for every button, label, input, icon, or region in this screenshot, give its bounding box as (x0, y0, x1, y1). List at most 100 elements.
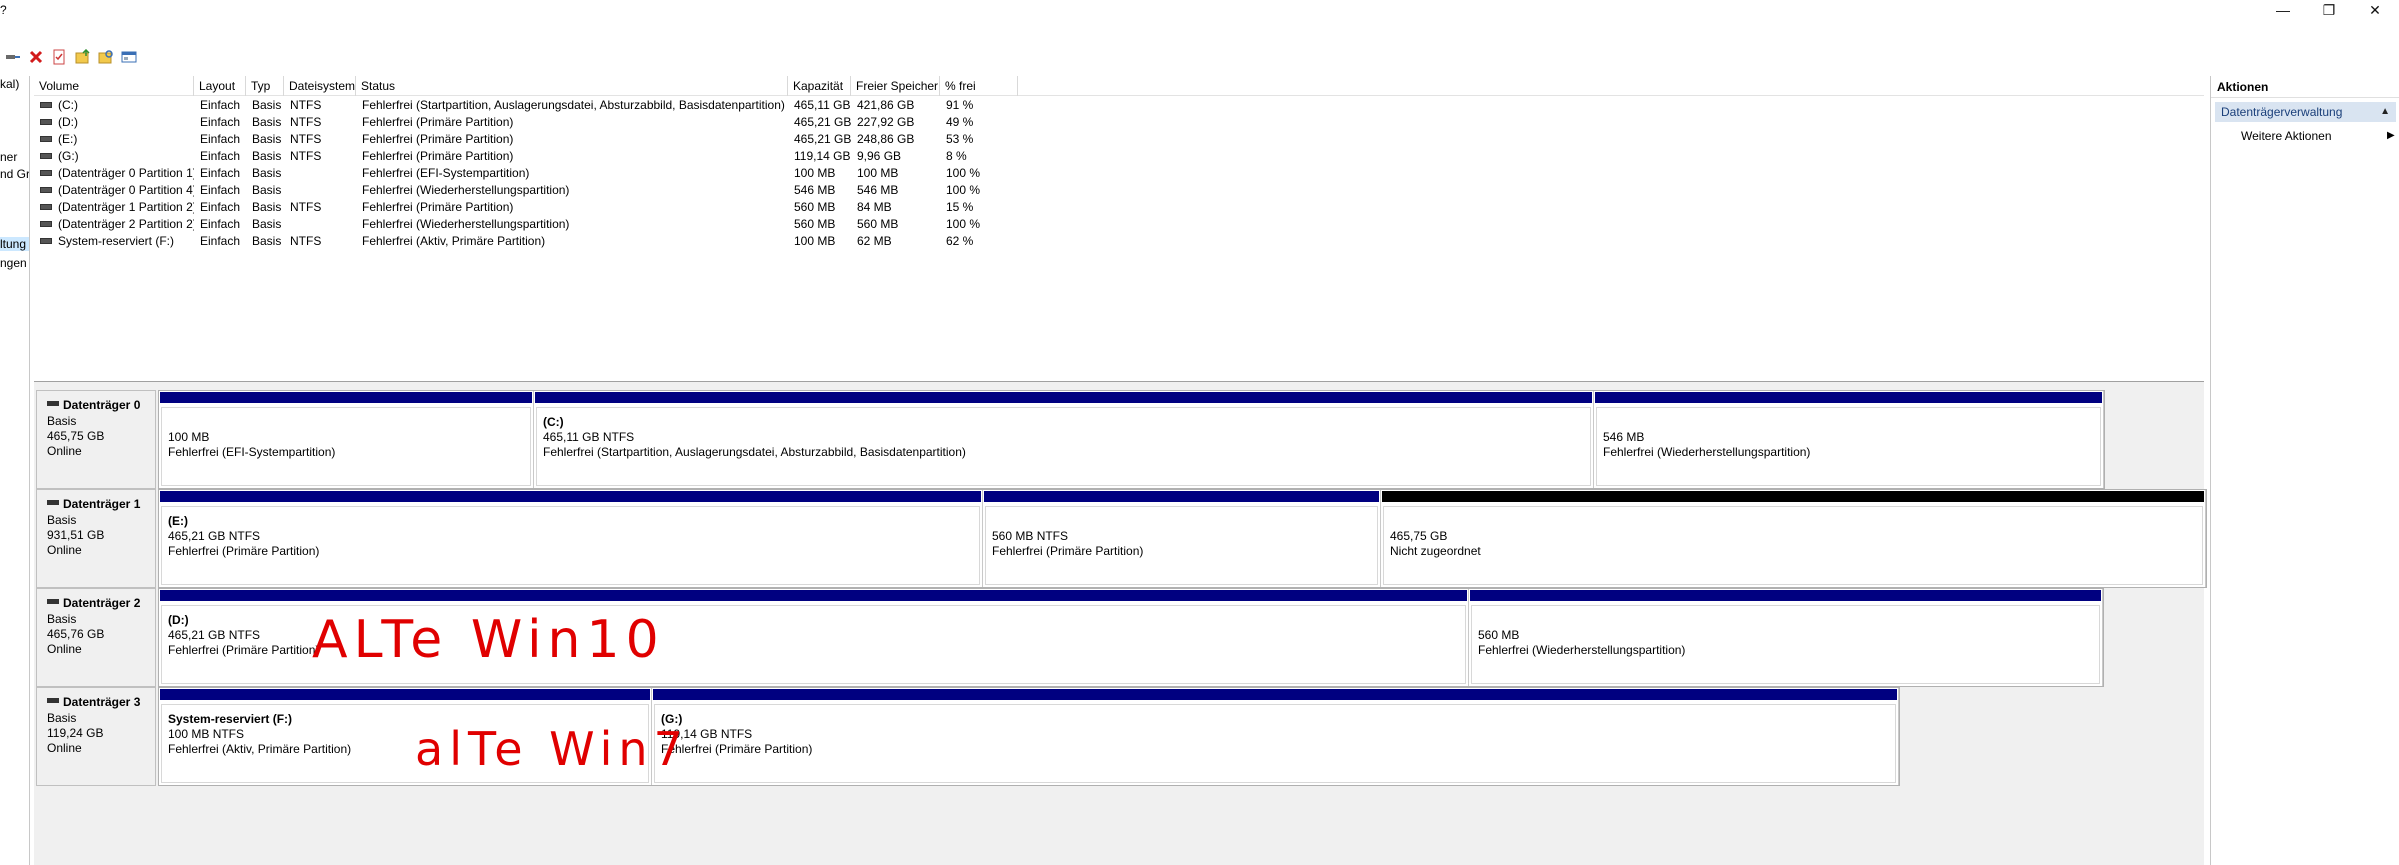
delete-icon[interactable] (27, 48, 45, 66)
cell-capacity: 119,14 GB (794, 149, 851, 163)
table-row[interactable]: System-reserviert (F:) Einfach Basis NTFS Fe… (34, 233, 2204, 250)
partition-status: Fehlerfrei (Primäre Partition) (992, 544, 1144, 558)
nav-item-selected[interactable]: ltung (0, 237, 29, 251)
cell-percent-free: 49 % (946, 115, 974, 129)
partition-block[interactable]: 560 MB NTFS Fehlerfrei (Primäre Partition… (983, 490, 1381, 587)
column-header-layout[interactable]: Layout (194, 76, 246, 96)
partition-body: 100 MB Fehlerfrei (EFI-Systempartition) (161, 407, 531, 486)
cell-free-space: 546 MB (857, 183, 899, 197)
partition-block[interactable]: (C:) 465,11 GB NTFS Fehlerfrei (Startparti… (534, 391, 1594, 488)
volume-name: (Datenträger 0 Partition 1) (58, 166, 194, 180)
connect-icon[interactable] (4, 48, 22, 66)
more-actions-item[interactable]: Weitere Aktionen (2241, 126, 2332, 146)
close-button[interactable]: ✕ (2352, 0, 2398, 20)
folder-search-icon[interactable] (97, 48, 115, 66)
nav-fragment[interactable]: kal) (0, 77, 19, 91)
volume-icon (40, 118, 52, 125)
cell-volume: (D:) (34, 114, 194, 131)
column-header-status[interactable]: Status (356, 76, 788, 96)
disk-type: Basis (47, 612, 77, 626)
volume-icon (40, 135, 52, 142)
partition-status: Nicht zugeordnet (1390, 544, 1481, 558)
partition-block[interactable]: (E:) 465,21 GB NTFS Fehlerfrei (Primäre Pa… (159, 490, 983, 587)
restore-button[interactable]: ❐ (2306, 0, 2352, 20)
disk-name-text: Datenträger 2 (63, 596, 141, 610)
cell-percent-free: 8 % (946, 149, 967, 163)
partition-bar (1381, 490, 2205, 503)
cell-layout: Einfach (200, 149, 241, 163)
minimize-button[interactable]: — (2260, 0, 2306, 20)
partition-bar (1469, 589, 2102, 602)
volume-icon (40, 169, 52, 176)
checklist-icon[interactable] (50, 48, 68, 66)
folder-up-icon[interactable] (74, 48, 92, 66)
column-header-percent-free[interactable]: % frei (940, 76, 1018, 96)
window-icon[interactable] (120, 48, 138, 66)
cell-volume: (Datenträger 0 Partition 4) (34, 182, 194, 199)
unallocated-block[interactable]: 465,75 GB Nicht zugeordnet (1381, 490, 2206, 587)
disk-label[interactable]: Datenträger 0 Basis 465,75 GB Online (36, 390, 156, 489)
cell-status: Fehlerfrei (Wiederherstellungspartition) (362, 217, 570, 231)
cell-status: Fehlerfrei (Aktiv, Primäre Partition) (362, 234, 546, 248)
disk-type: Basis (47, 513, 77, 527)
partition-name: (C:) (543, 415, 564, 429)
volume-name: (G:) (58, 149, 79, 163)
table-row[interactable]: (Datenträger 1 Partition 2) Einfach Basis N… (34, 199, 2204, 216)
partition-bar (983, 490, 1380, 503)
partition-bar (159, 391, 533, 404)
table-row[interactable]: (G:) Einfach Basis NTFS Fehlerfrei (Primäre … (34, 148, 2204, 165)
disk-label[interactable]: Datenträger 1 Basis 931,51 GB Online (36, 489, 156, 588)
table-row[interactable]: (D:) Einfach Basis NTFS Fehlerfrei (Primäre … (34, 114, 2204, 131)
volume-name: (C:) (58, 98, 78, 112)
table-row[interactable]: (Datenträger 0 Partition 4) Einfach Basis F… (34, 182, 2204, 199)
submenu-arrow-icon[interactable]: ▶ (2387, 126, 2395, 146)
cell-layout: Einfach (200, 98, 241, 112)
partition-bar (159, 589, 1468, 602)
column-header-type[interactable]: Typ (246, 76, 284, 96)
nav-fragment[interactable]: ngen (0, 256, 27, 270)
column-header-capacity[interactable]: Kapazität (788, 76, 851, 96)
partition-block[interactable]: (G:) 119,14 GB NTFS Fehlerfrei (Primäre Pa… (652, 688, 1899, 785)
volume-name: (Datenträger 2 Partition 2) (58, 217, 194, 231)
cell-volume: (Datenträger 1 Partition 2) (34, 199, 194, 216)
disk-type: Basis (47, 711, 77, 725)
toolbar (0, 44, 2399, 70)
cell-filesystem (284, 182, 356, 199)
disk-label[interactable]: Datenträger 3 Basis 119,24 GB Online (36, 687, 156, 786)
cell-volume: (Datenträger 2 Partition 2) (34, 216, 194, 233)
partition-status: Fehlerfrei (Wiederherstellungspartition) (1603, 445, 1811, 459)
annotation-win7: alTe Win7 (415, 722, 689, 776)
partition-bar (159, 688, 651, 701)
table-row[interactable]: (Datenträger 0 Partition 1) Einfach Basis F… (34, 165, 2204, 182)
nav-fragment[interactable]: nd Gr (0, 167, 29, 181)
disk-name-text: Datenträger 3 (63, 695, 141, 709)
partition-block[interactable]: 546 MB Fehlerfrei (Wiederherstellungspart… (1594, 391, 2104, 488)
partition-size: 100 MB (168, 430, 210, 444)
collapse-up-icon[interactable]: ▲ (2380, 102, 2390, 122)
disk-icon (47, 599, 59, 605)
volume-list: Volume Layout Typ Dateisystem Status Kap… (34, 76, 2204, 382)
title-fragment: ? (0, 3, 7, 17)
column-header-free-space[interactable]: Freier Speicher (851, 76, 940, 96)
cell-free-space: 100 MB (857, 166, 899, 180)
partition-size: 560 MB (1478, 628, 1520, 642)
column-header-filesystem[interactable]: Dateisystem (284, 76, 356, 96)
column-header-volume[interactable]: Volume (34, 76, 194, 96)
volume-icon (40, 101, 52, 108)
partition-block[interactable]: 560 MB Fehlerfrei (Wiederherstellungspart… (1469, 589, 2103, 686)
actions-section-disk-management[interactable]: Datenträgerverwaltung ▲ (2215, 102, 2396, 122)
cell-filesystem: NTFS (290, 132, 322, 146)
table-row[interactable]: (C:) Einfach Basis NTFS Fehlerfrei (Startpar… (34, 97, 2204, 114)
nav-fragment[interactable]: ner (0, 150, 17, 164)
partition-block[interactable]: 100 MB Fehlerfrei (EFI-Systempartition) (159, 391, 534, 488)
table-row[interactable]: (E:) Einfach Basis NTFS Fehlerfrei (Primäre … (34, 131, 2204, 148)
disk-label[interactable]: Datenträger 2 Basis 465,76 GB Online (36, 588, 156, 687)
table-row[interactable]: (Datenträger 2 Partition 2) Einfach Basis F… (34, 216, 2204, 233)
cell-filesystem: NTFS (290, 234, 322, 248)
disk-name: Datenträger 0 (47, 398, 140, 412)
disk-state: Online (47, 741, 82, 755)
cell-capacity: 465,21 GB (794, 132, 851, 146)
cell-percent-free: 15 % (946, 200, 974, 214)
partition-bar (652, 688, 1898, 701)
cell-layout: Einfach (200, 183, 241, 197)
